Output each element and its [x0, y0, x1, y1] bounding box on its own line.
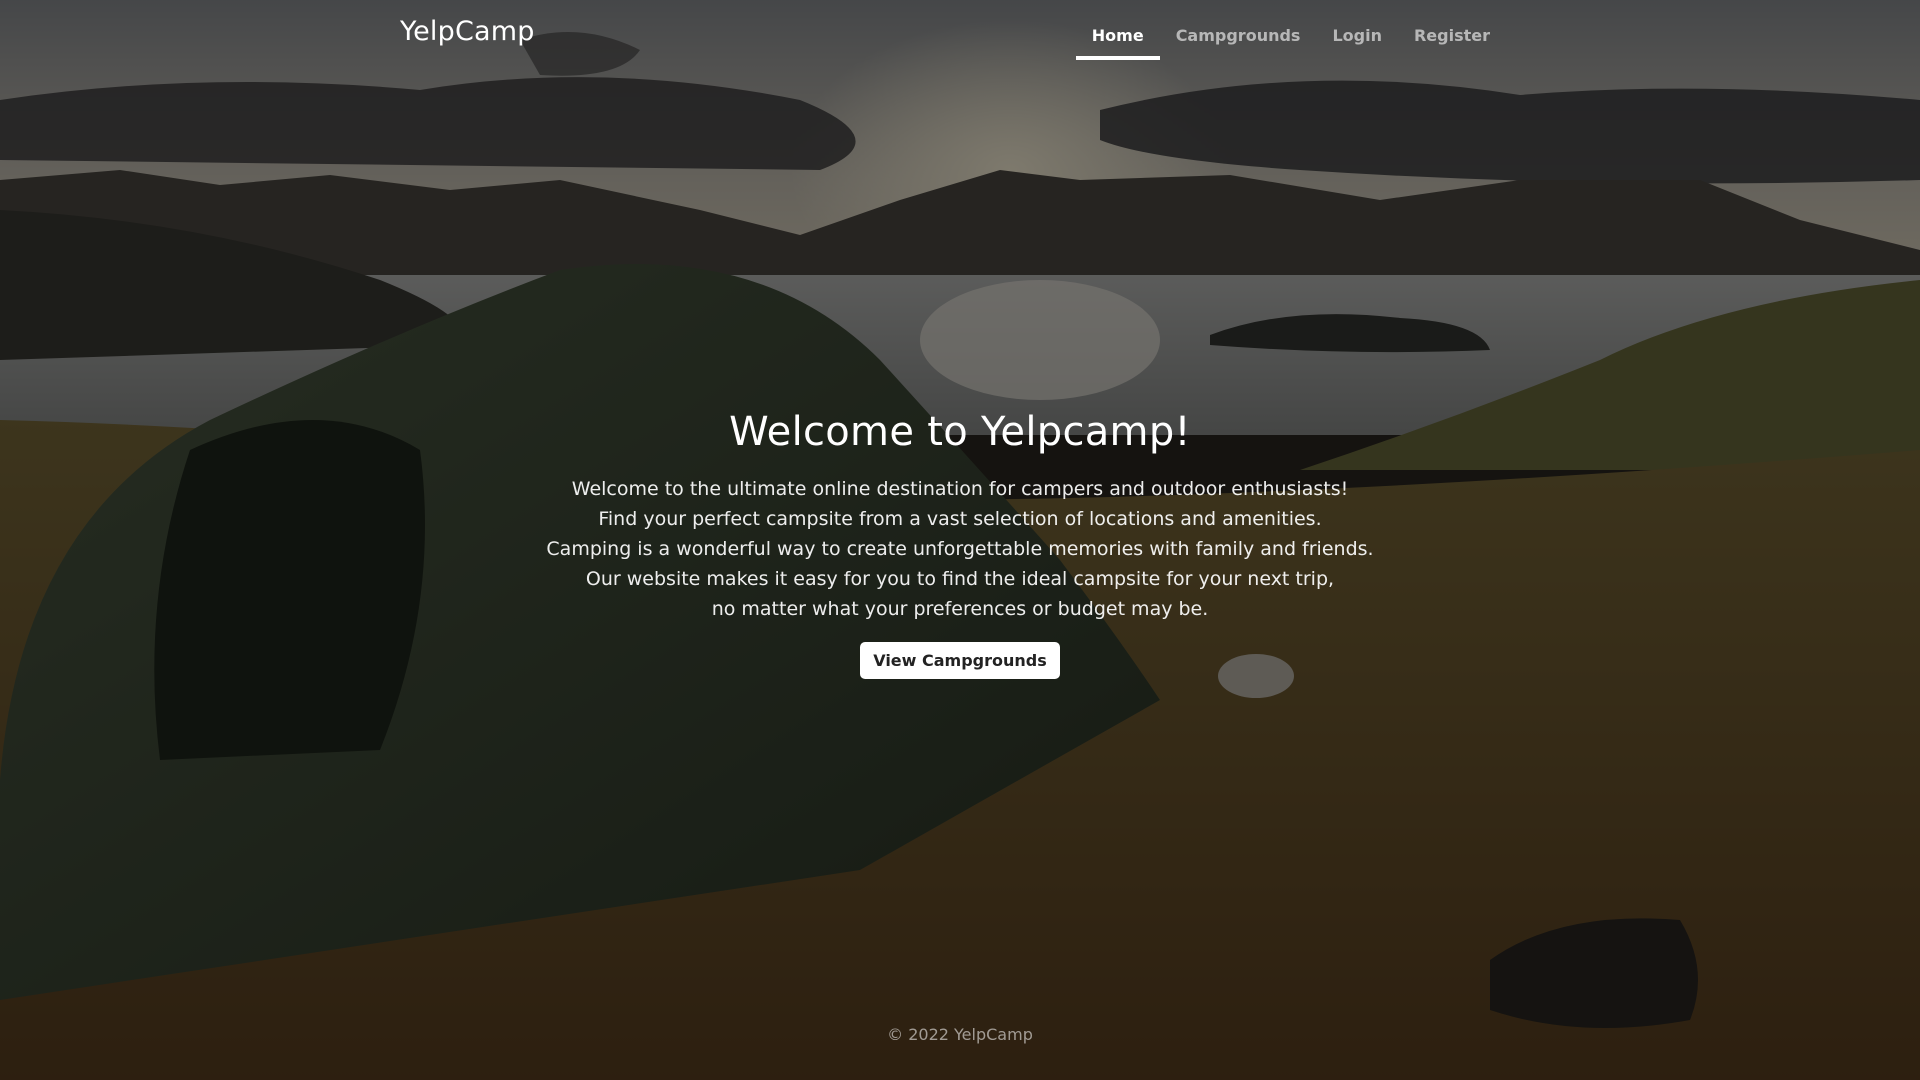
- hero-text-line: Camping is a wonderful way to create unf…: [546, 538, 1374, 560]
- hero-text-line: no matter what your preferences or budge…: [711, 598, 1209, 620]
- site-footer: © 2022 YelpCamp: [887, 1025, 1033, 1044]
- brand-logo-text[interactable]: YelpCamp: [400, 16, 535, 47]
- hero-text-line: Welcome to the ultimate online destinati…: [571, 478, 1349, 500]
- landing-page: YelpCamp Home Campgrounds Login Register…: [0, 0, 1920, 1080]
- nav-link-campgrounds[interactable]: Campgrounds: [1160, 0, 1317, 60]
- hero-text-line: Our website makes it easy for you to fin…: [585, 568, 1335, 590]
- hero-section: Welcome to Yelpcamp! Welcome to the ulti…: [460, 408, 1460, 679]
- nav-link-register[interactable]: Register: [1398, 0, 1506, 60]
- nav-link-home[interactable]: Home: [1075, 0, 1160, 60]
- view-campgrounds-button[interactable]: View Campgrounds: [860, 642, 1060, 679]
- main-nav: Home Campgrounds Login Register: [1075, 0, 1506, 60]
- nav-link-login[interactable]: Login: [1316, 0, 1398, 60]
- hero-text-line: Find your perfect campsite from a vast s…: [598, 508, 1322, 530]
- hero-title: Welcome to Yelpcamp!: [729, 409, 1191, 455]
- site-header: YelpCamp Home Campgrounds Login Register: [400, 0, 1520, 64]
